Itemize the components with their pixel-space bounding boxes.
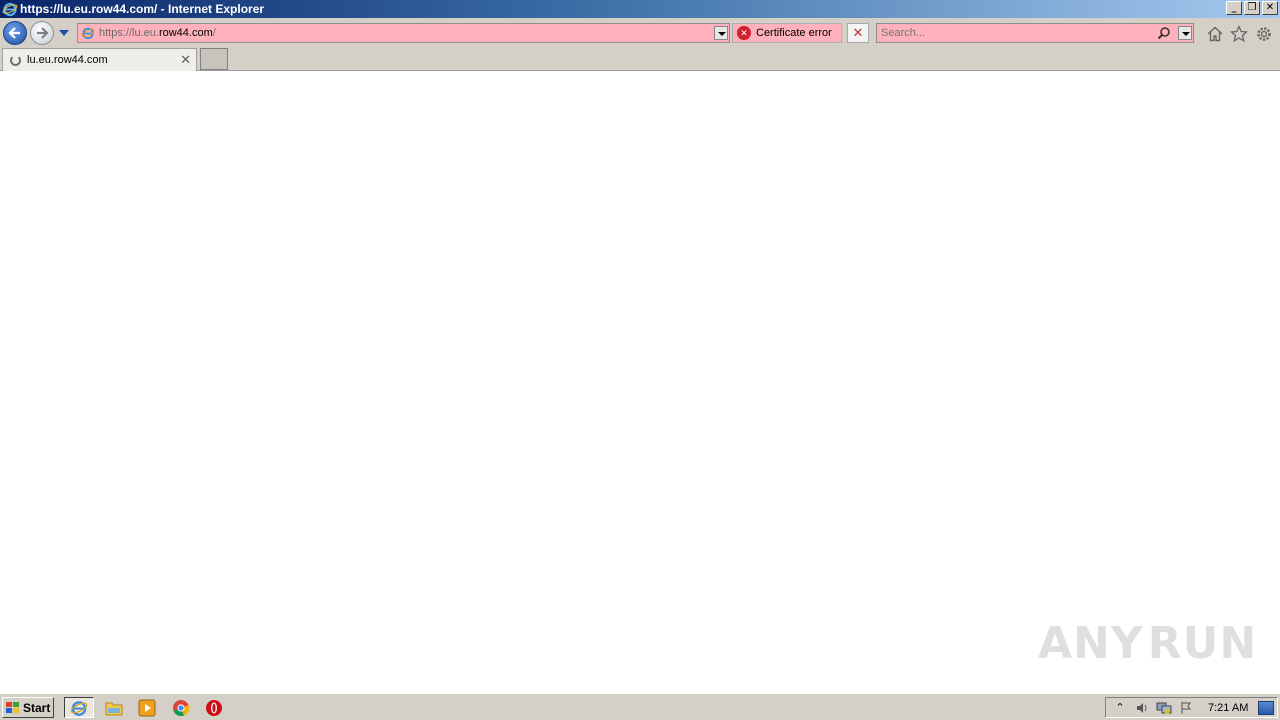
search-box[interactable] xyxy=(876,23,1194,43)
title-bar[interactable]: https://lu.eu.row44.com/ - Internet Expl… xyxy=(0,0,1280,18)
taskbar-file-explorer[interactable] xyxy=(99,697,129,718)
tab-active[interactable]: lu.eu.row44.com ✕ xyxy=(2,48,197,71)
navigation-bar: https://lu.eu.row44.com/ ✕ Certificate e… xyxy=(0,18,1280,46)
loading-spinner-icon xyxy=(10,54,21,66)
page-content: ANY RUN xyxy=(0,71,1280,693)
taskbar-opera[interactable] xyxy=(199,697,229,718)
show-hidden-icons-icon[interactable]: ⌃ xyxy=(1112,700,1128,716)
folder-icon xyxy=(105,702,123,715)
start-label: Start xyxy=(23,700,51,715)
anyrun-watermark: ANY RUN xyxy=(1038,611,1256,675)
history-dropdown-icon[interactable] xyxy=(59,30,69,36)
search-input[interactable] xyxy=(881,27,1151,39)
show-desktop-icon[interactable] xyxy=(1258,700,1275,715)
network-icon[interactable] xyxy=(1156,700,1172,716)
tab-label: lu.eu.row44.com xyxy=(27,54,108,66)
window-title: https://lu.eu.row44.com/ - Internet Expl… xyxy=(20,2,265,16)
clock[interactable]: 7:21 AM xyxy=(1208,702,1248,714)
watermark-left-text: ANY xyxy=(1038,617,1144,669)
restore-button[interactable]: ❐ xyxy=(1244,1,1260,15)
volume-icon[interactable] xyxy=(1134,700,1150,716)
tab-close-icon[interactable]: ✕ xyxy=(180,52,191,68)
watermark-right-text: RUN xyxy=(1147,617,1258,669)
minimize-button[interactable]: _ xyxy=(1226,1,1242,15)
new-tab-button[interactable] xyxy=(200,48,228,70)
shield-error-icon: ✕ xyxy=(737,26,751,40)
internet-explorer-icon xyxy=(70,700,88,716)
close-window-button[interactable]: ✕ xyxy=(1262,1,1278,15)
media-player-icon xyxy=(138,699,156,716)
windows-flag-icon xyxy=(6,701,19,713)
opera-icon xyxy=(206,699,222,716)
page-icon xyxy=(81,27,95,40)
home-icon[interactable] xyxy=(1206,25,1224,43)
ie-logo-icon xyxy=(2,2,18,17)
forward-arrow-icon xyxy=(37,27,49,39)
search-icon[interactable] xyxy=(1157,26,1171,40)
certificate-error-label: Certificate error xyxy=(756,27,832,39)
system-tray: ⌃ 7:21 AM xyxy=(1105,697,1278,718)
chrome-icon xyxy=(173,699,190,716)
back-arrow-icon xyxy=(8,27,20,39)
search-dropdown-button[interactable] xyxy=(1178,26,1192,40)
address-url[interactable]: https://lu.eu.row44.com/ xyxy=(99,27,216,39)
address-bar[interactable]: https://lu.eu.row44.com/ xyxy=(77,23,730,43)
start-button[interactable]: Start xyxy=(2,697,54,718)
address-dropdown-button[interactable] xyxy=(714,26,728,40)
taskbar-media-player[interactable] xyxy=(132,697,162,718)
taskbar-chrome[interactable] xyxy=(166,697,196,718)
favorites-star-icon[interactable] xyxy=(1230,25,1248,43)
taskbar: Start ⌃ 7:21 AM xyxy=(0,693,1280,720)
stop-button[interactable]: ✕ xyxy=(847,23,869,43)
taskbar-internet-explorer[interactable] xyxy=(64,697,94,718)
gear-icon[interactable] xyxy=(1255,25,1273,43)
action-center-flag-icon[interactable] xyxy=(1178,700,1194,716)
tab-bar: lu.eu.row44.com ✕ xyxy=(0,46,1280,71)
certificate-error-button[interactable]: ✕ Certificate error xyxy=(732,23,842,43)
forward-button[interactable] xyxy=(30,21,54,45)
back-button[interactable] xyxy=(3,21,27,45)
